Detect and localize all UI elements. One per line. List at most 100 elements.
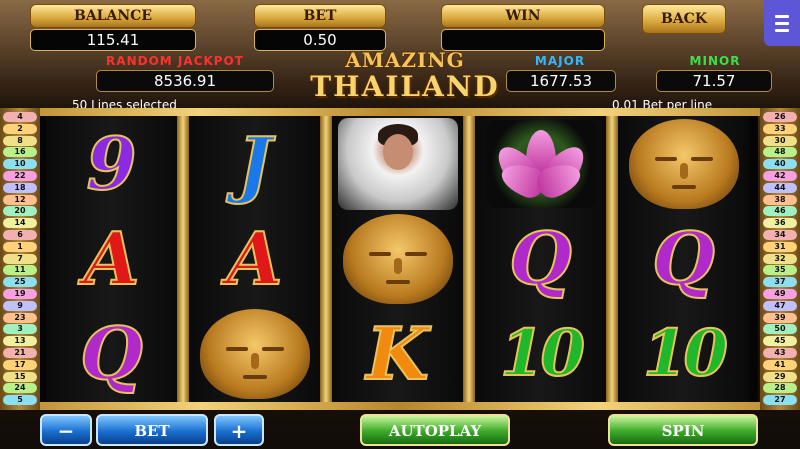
reel-divider [320,116,332,402]
left-line-18[interactable]: 18 [3,182,37,193]
left-line-23[interactable]: 23 [3,312,37,323]
left-line-12[interactable]: 12 [3,194,37,205]
minor-jackpot-value: 71.57 [656,70,772,92]
left-line-5[interactable]: 5 [3,395,37,406]
right-line-47[interactable]: 47 [763,300,797,311]
reel-divider [177,116,189,402]
symbol-lotus [475,116,606,211]
symbol-q: Q [508,215,573,302]
symbol-thai-lady [332,116,463,211]
left-line-19[interactable]: 19 [3,289,37,299]
minor-jackpot-label: MINOR [689,54,741,68]
spin-button[interactable]: SPIN [608,414,758,446]
right-line-27[interactable]: 27 [763,395,797,406]
right-line-50[interactable]: 50 [763,324,797,335]
right-line-35[interactable]: 35 [763,265,797,276]
symbol-9: 9 [85,120,137,207]
reel-4: Q 10 [475,116,606,402]
menu-icon [775,14,789,18]
reel-area: 9 A Q J A K Q 10 Q 10 [40,116,758,402]
right-line-31[interactable]: 31 [763,241,797,252]
left-line-2[interactable]: 2 [3,123,37,134]
left-line-22[interactable]: 22 [3,171,37,181]
random-jackpot-value: 8536.91 [96,70,274,92]
right-line-44[interactable]: 44 [763,182,797,193]
left-line-10[interactable]: 10 [3,159,37,170]
symbol-a: A [226,215,284,302]
logo-line-1: AMAZING [345,48,465,72]
left-line-3[interactable]: 3 [3,324,37,335]
right-line-38[interactable]: 38 [763,194,797,205]
top-frame-border [0,108,800,116]
left-line-17[interactable]: 17 [3,359,37,370]
right-line-49[interactable]: 49 [763,289,797,299]
left-line-13[interactable]: 13 [3,336,37,347]
right-line-34[interactable]: 34 [763,230,797,240]
symbol-k: K [365,310,430,397]
symbol-a: A [83,215,141,302]
left-line-6[interactable]: 6 [3,230,37,240]
bet-minus-button[interactable]: − [40,414,92,446]
right-line-32[interactable]: 32 [763,253,797,264]
menu-button[interactable] [764,0,800,46]
right-line-33[interactable]: 33 [763,123,797,134]
balance-value: 115.41 [30,29,196,51]
right-line-26[interactable]: 26 [763,112,797,122]
bottom-frame-border [0,402,800,410]
left-line-20[interactable]: 20 [3,206,37,217]
symbol-q: Q [79,310,144,397]
major-jackpot-value: 1677.53 [506,70,616,92]
right-line-36[interactable]: 36 [763,218,797,229]
random-jackpot-label: RANDOM JACKPOT [106,54,244,68]
right-line-45[interactable]: 45 [763,336,797,347]
reel-divider [463,116,475,402]
left-line-9[interactable]: 9 [3,300,37,311]
game-logo: AMAZING THAILAND [300,48,510,112]
bet-button[interactable]: BET [96,414,208,446]
symbol-buddha-face [189,306,320,401]
left-line-24[interactable]: 24 [3,383,37,394]
reel-2: JA [189,116,320,402]
back-button[interactable]: BACK [642,4,726,34]
reel-3: K [332,116,463,402]
left-line-7[interactable]: 7 [3,253,37,264]
symbol-j: J [236,120,272,207]
right-line-30[interactable]: 30 [763,135,797,146]
symbol-buddha-face [332,211,463,306]
right-line-28[interactable]: 28 [763,383,797,394]
left-line-8[interactable]: 8 [3,135,37,146]
right-line-29[interactable]: 29 [763,371,797,382]
symbol-buddha-face [618,116,749,211]
right-line-43[interactable]: 43 [763,348,797,358]
left-line-14[interactable]: 14 [3,218,37,229]
left-line-11[interactable]: 11 [3,265,37,276]
left-line-15[interactable]: 15 [3,371,37,382]
left-line-21[interactable]: 21 [3,348,37,358]
major-jackpot-label: MAJOR [534,54,586,68]
right-line-41[interactable]: 41 [763,359,797,370]
reel-1: 9AQ [46,116,177,402]
balance-label: BALANCE [30,4,196,28]
bet-plus-button[interactable]: + [214,414,264,446]
win-label: WIN [441,4,605,28]
reel-divider [606,116,618,402]
bet-label: BET [254,4,386,28]
right-line-48[interactable]: 48 [763,147,797,158]
right-line-indicators: 26 33 30 48 40 42 44 38 46 36 34 31 32 35 37 49 47 39 50 45… [760,108,800,410]
right-line-46[interactable]: 46 [763,206,797,217]
left-line-16[interactable]: 16 [3,147,37,158]
left-line-indicators: 4 2 8 16 10 22 18 12 20 14 6 1 7 11 25 19 9 23 3 13 21 17 15 24… [0,108,40,410]
right-line-37[interactable]: 37 [763,277,797,288]
right-line-39[interactable]: 39 [763,312,797,323]
symbol-q: Q [651,215,716,302]
left-line-1[interactable]: 1 [3,241,37,252]
logo-line-2: THAILAND [310,70,500,103]
left-line-4[interactable]: 4 [3,112,37,122]
symbol-10: 10 [499,315,586,392]
reel-5: Q 10 [618,116,749,402]
left-line-25[interactable]: 25 [3,277,37,288]
right-line-40[interactable]: 40 [763,159,797,170]
right-line-42[interactable]: 42 [763,171,797,181]
symbol-10: 10 [642,315,729,392]
autoplay-button[interactable]: AUTOPLAY [360,414,510,446]
